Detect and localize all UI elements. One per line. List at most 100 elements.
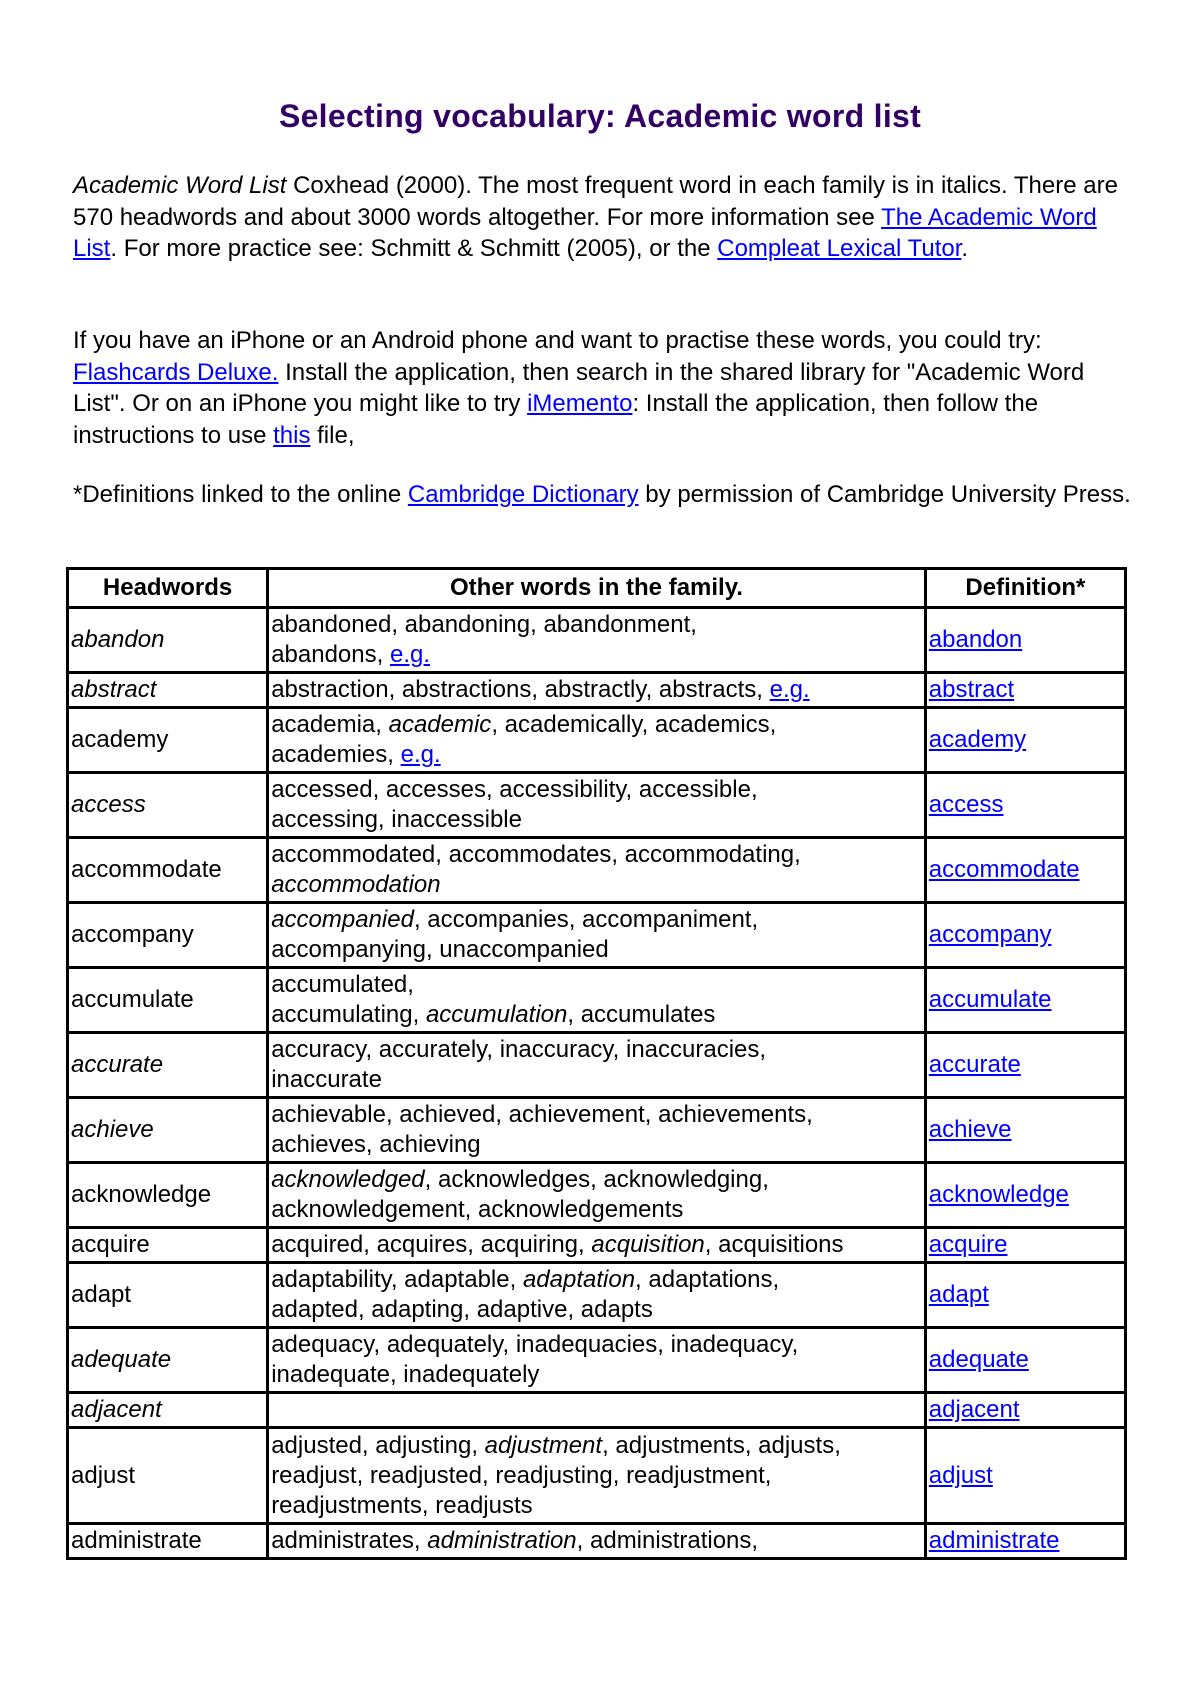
headword-cell: accompany [65,901,270,969]
definition-link[interactable]: adjacent [929,1396,1020,1423]
table-header-row: Headwords Other words in the family. Def… [65,567,1128,609]
source-title: Academic Word List [73,172,287,199]
family-words: , acknowledges, acknowledging, [424,1166,769,1193]
definition-link[interactable]: adjust [929,1462,993,1489]
definition-link[interactable]: academy [929,726,1026,753]
table-row: abandon abandoned, abandoning, abandonmen… [65,606,1128,674]
family-cell: adaptability, adaptable, adaptation, ada… [266,1261,927,1329]
most-frequent-word: adaptation [522,1266,636,1293]
imemento-link[interactable]: iMemento [527,390,632,417]
intro-text: . [961,235,969,262]
family-words: accumulated, [271,971,414,998]
family-words: administrates, [271,1527,428,1554]
family-cell: abandoned, abandoning, abandonment, aban… [266,606,927,674]
definition-cell: academy [923,706,1128,774]
table-row: adequate adequacy, adequately, inadequaci… [65,1326,1128,1394]
family-words: abandons, [271,641,390,668]
example-link[interactable]: e.g. [401,741,441,768]
headword-cell: accurate [65,1031,270,1099]
family-words: , adaptations, [635,1266,780,1293]
table-row: abstract abstraction, abstractions, abstr… [65,671,1128,709]
definition-link[interactable]: acquire [929,1231,1008,1258]
definition-link[interactable]: abstract [929,676,1014,703]
headword: abstract [71,676,157,703]
family-cell: accessed, accesses, accessibility, acces… [266,771,927,839]
headword-cell: administrate [65,1522,270,1560]
family-words: inaccurate [271,1066,382,1093]
definition-cell: accompany [923,901,1128,969]
headword-cell: abandon [65,606,270,674]
definition-cell: access [923,771,1128,839]
family-words: acknowledgement, acknowledgements [271,1196,684,1223]
headword: adequate [71,1346,172,1373]
definition-link[interactable]: acknowledge [929,1181,1069,1208]
headword: achieve [71,1116,154,1143]
definition-link[interactable]: access [929,791,1004,818]
intro-paragraph-apps: If you have an iPhone or an Android phon… [73,325,1143,451]
intro-text: *Definitions linked to the online [73,481,408,508]
family-words: readjustments, readjusts [271,1491,533,1519]
headword: accurate [71,1051,164,1078]
table-row: acquire acquired, acquires, acquiring, ac… [65,1226,1128,1264]
definition-link[interactable]: accumulate [929,986,1052,1013]
headword: adapt [71,1281,132,1308]
flashcards-deluxe-link[interactable]: Flashcards Deluxe. [73,359,278,386]
family-words: acquired, acquires, acquiring, [271,1231,592,1258]
table-row: accumulate accumulated, accumulating, acc… [65,966,1128,1034]
headword-cell: acknowledge [65,1161,270,1229]
family-cell: abstraction, abstractions, abstractly, a… [266,671,927,709]
headword-cell: achieve [65,1096,270,1164]
definition-link[interactable]: accurate [929,1051,1021,1078]
family-words: adapted, adapting, adaptive, adapts [271,1296,653,1323]
headword-cell: adapt [65,1261,270,1329]
headword-cell: adjacent [65,1391,270,1429]
family-words: adaptability, adaptable, [271,1266,523,1293]
definition-link[interactable]: abandon [929,626,1022,653]
headword: academy [71,726,169,753]
family-words: readjust, readjusted, readjusting, readj… [271,1461,772,1489]
headword-cell: academy [65,706,270,774]
table-row: adapt adaptability, adaptable, adaptation… [65,1261,1128,1329]
family-words: accommodated, accommodates, accommodatin… [271,841,801,868]
definition-cell: adequate [923,1326,1128,1394]
definition-cell: abandon [923,606,1128,674]
family-cell: accommodated, accommodates, accommodatin… [266,836,927,904]
cambridge-dictionary-link[interactable]: Cambridge Dictionary [408,481,639,508]
family-words: achievable, achieved, achievement, achie… [271,1101,813,1128]
most-frequent-word: acknowledged [271,1166,425,1193]
example-link[interactable]: e.g. [390,641,430,668]
intro-text: If you have an iPhone or an Android phon… [73,327,1042,354]
family-words: achieves, achieving [271,1131,481,1158]
headword-cell: adequate [65,1326,270,1394]
table-row: accurate accuracy, accurately, inaccuracy… [65,1031,1128,1099]
family-cell: acquired, acquires, acquiring, acquisiti… [266,1226,927,1264]
definition-link[interactable]: adequate [929,1346,1029,1373]
headword: acknowledge [71,1181,212,1208]
compleat-lexical-tutor-link[interactable]: Compleat Lexical Tutor [717,235,961,262]
headword: access [71,791,146,818]
definition-cell: acquire [923,1226,1128,1264]
table-row: administrate administrates, administratio… [65,1522,1128,1560]
family-words: adjusted, adjusting, [271,1431,485,1459]
family-cell: academia, academic, academically, academ… [266,706,927,774]
table-row: accommodate accommodated, accommodates, a… [65,836,1128,904]
definition-link[interactable]: accommodate [929,856,1080,883]
header-family: Other words in the family. [266,567,927,609]
headword: administrate [71,1527,202,1554]
intro-text: . For more practice see: Schmitt & Schmi… [110,235,718,262]
example-link[interactable]: e.g. [770,676,810,703]
family-words: , adjustments, adjusts, [602,1431,841,1459]
definition-link[interactable]: accompany [929,921,1052,948]
vocabulary-table: Headwords Other words in the family. Def… [65,567,1128,1560]
definition-link[interactable]: administrate [929,1527,1060,1554]
definition-link[interactable]: achieve [929,1116,1012,1143]
family-cell: adjusted, adjusting, adjustment, adjustm… [266,1426,927,1525]
this-file-link[interactable]: this [273,422,310,449]
table-row: accompany accompanied, accompanies, accom… [65,901,1128,969]
family-words: , acquisitions [704,1231,844,1258]
family-words: accumulating, [271,1001,426,1028]
headword: abandon [71,626,165,653]
headword: adjacent [71,1396,162,1423]
table-row: adjust adjusted, adjusting, adjustment, a… [65,1426,1128,1525]
definition-link[interactable]: adapt [929,1281,989,1308]
